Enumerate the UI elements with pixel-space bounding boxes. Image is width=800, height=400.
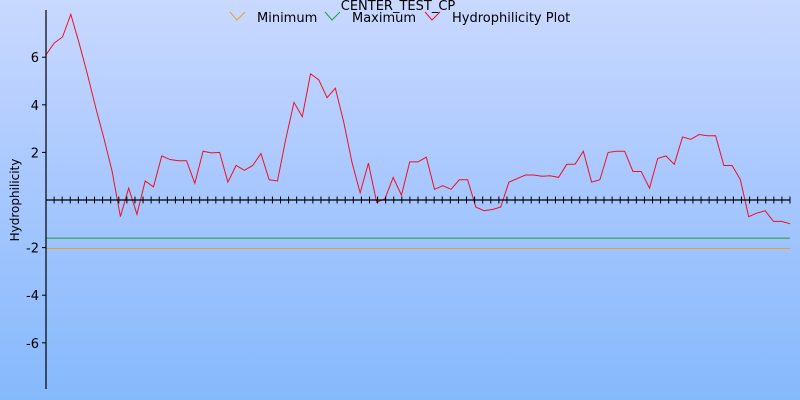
y-tick-label: 4 [31, 99, 39, 114]
y-tick-label: 6 [31, 51, 39, 66]
y-axis-label: Hydrophilicity [8, 159, 22, 242]
legend-label-plot: Hydrophilicity Plot [452, 11, 570, 26]
hydrophilicity-chart: -6 -4 -2 2 4 6 Hydrophilicity CENTER_TEST_CP Min… [0, 0, 800, 400]
legend-label-maximum: Maximum [352, 11, 416, 26]
series-line-plot [45, 12, 791, 225]
legend-swatch-maximum [324, 11, 341, 21]
chart-canvas: -6-4-2246HydrophilicityCENTER_TEST_CPMin… [8, 0, 791, 389]
legend-label-minimum: Minimum [257, 11, 317, 26]
legend-swatch-minimum [229, 11, 246, 21]
y-tick-label: -4 [26, 289, 39, 304]
y-tick-label: -6 [26, 337, 39, 352]
y-tick-label: -2 [26, 242, 39, 257]
y-tick-label: 2 [31, 146, 39, 161]
